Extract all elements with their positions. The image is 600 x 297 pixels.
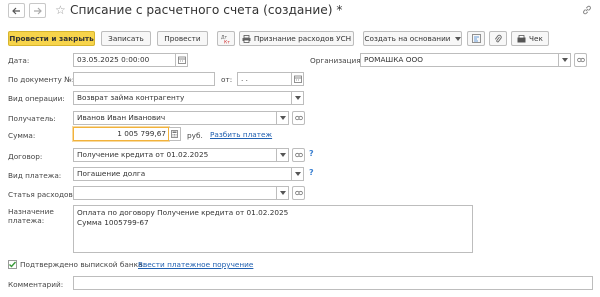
purpose-label-line-2: платежа: bbox=[8, 216, 45, 225]
forward-button[interactable] bbox=[29, 3, 46, 18]
chevron-down-icon bbox=[279, 153, 286, 157]
sum-field[interactable]: 1 005 799,67 bbox=[73, 127, 169, 141]
usn-expenses-button[interactable]: Признание расходов УСН bbox=[239, 31, 354, 46]
post-button[interactable]: Провести bbox=[157, 31, 208, 46]
open-link-icon bbox=[576, 57, 585, 63]
usn-expenses-label: Признание расходов УСН bbox=[253, 34, 352, 43]
sum-label: Сумма: bbox=[8, 131, 36, 140]
calendar-icon bbox=[293, 75, 302, 83]
save-button[interactable]: Записать bbox=[101, 31, 151, 46]
doc-number-field[interactable] bbox=[73, 72, 215, 86]
printer-icon bbox=[242, 34, 251, 43]
arrow-right-icon bbox=[34, 7, 42, 14]
purpose-label-line-1: Назначение bbox=[8, 207, 54, 216]
chevron-down-icon bbox=[561, 58, 568, 62]
contract-field[interactable]: Получение кредита от 01.02.2025 bbox=[73, 148, 277, 162]
receipt-label: Чек bbox=[529, 34, 543, 43]
payment-type-field[interactable]: Погашение долга bbox=[73, 167, 292, 181]
doc-number-label: По документу №: bbox=[8, 75, 75, 84]
dt-kt-button[interactable]: Дт Кт bbox=[217, 31, 235, 46]
payment-type-label: Вид платежа: bbox=[8, 171, 62, 180]
create-based-on-button[interactable]: Создать на основании bbox=[363, 31, 462, 46]
contract-dropdown[interactable] bbox=[277, 148, 289, 162]
chevron-down-icon bbox=[294, 96, 301, 100]
operation-type-dropdown[interactable] bbox=[292, 91, 304, 105]
payment-type-help-icon[interactable]: ? bbox=[309, 168, 314, 177]
link-icon[interactable] bbox=[582, 5, 592, 17]
calculator-icon bbox=[171, 130, 178, 138]
confirmed-checkbox[interactable] bbox=[8, 260, 17, 269]
window-title: Списание с расчетного счета (создание) * bbox=[70, 3, 343, 17]
expense-item-label: Статья расходов: bbox=[8, 190, 76, 199]
favorite-star-icon[interactable]: ☆ bbox=[55, 3, 66, 17]
contract-open-button[interactable] bbox=[292, 148, 305, 162]
chevron-down-icon bbox=[294, 172, 301, 176]
operation-type-label: Вид операции: bbox=[8, 94, 65, 103]
org-dropdown-button[interactable] bbox=[559, 53, 571, 67]
from-calendar-button[interactable] bbox=[292, 72, 304, 86]
chevron-down-icon bbox=[279, 191, 286, 195]
svg-text:Кт: Кт bbox=[224, 39, 230, 44]
expense-item-open-button[interactable] bbox=[292, 186, 305, 200]
post-and-close-button[interactable]: Провести и закрыть bbox=[8, 31, 95, 46]
recipient-open-button[interactable] bbox=[292, 111, 305, 125]
calculator-button[interactable] bbox=[169, 127, 181, 141]
recipient-label: Получатель: bbox=[8, 114, 56, 123]
date-label: Дата: bbox=[8, 56, 30, 65]
chevron-down-icon bbox=[279, 116, 286, 120]
contract-label: Договор: bbox=[8, 152, 43, 161]
currency-label: руб. bbox=[187, 131, 203, 140]
checkmark-icon bbox=[9, 261, 17, 268]
from-label: от: bbox=[221, 75, 233, 84]
expense-item-field[interactable] bbox=[73, 186, 277, 200]
receipt-button[interactable]: Чек bbox=[511, 31, 549, 46]
open-link-icon bbox=[294, 152, 303, 158]
org-open-button[interactable] bbox=[574, 53, 587, 67]
calendar-button[interactable] bbox=[176, 53, 188, 67]
enter-payment-order-link[interactable]: Ввести платежное поручение bbox=[138, 260, 253, 269]
register-icon bbox=[517, 34, 526, 42]
dt-kt-icon: ДтКт bbox=[221, 34, 230, 44]
purpose-text-line-2: Сумма 1005799-67 bbox=[77, 217, 149, 227]
confirmed-label: Подтверждено выпиской банка: bbox=[20, 260, 145, 269]
attach-button[interactable] bbox=[489, 31, 507, 46]
recipient-field[interactable]: Иванов Иван Иванович bbox=[73, 111, 277, 125]
split-payment-link[interactable]: Разбить платеж bbox=[210, 130, 272, 139]
create-based-on-label: Создать на основании bbox=[364, 34, 451, 43]
date-field[interactable]: 03.05.2025 0:00:00 bbox=[73, 53, 176, 67]
chevron-down-icon bbox=[454, 36, 461, 41]
open-link-icon bbox=[294, 190, 303, 196]
org-label: Организация: bbox=[310, 56, 364, 65]
paperclip-icon bbox=[494, 34, 502, 42]
structure-button[interactable] bbox=[467, 31, 485, 46]
operation-type-field[interactable]: Возврат займа контрагенту bbox=[73, 91, 292, 105]
contract-help-icon[interactable]: ? bbox=[309, 149, 314, 158]
from-date-field[interactable]: . . bbox=[237, 72, 292, 86]
recipient-dropdown[interactable] bbox=[277, 111, 289, 125]
org-field[interactable]: РОМАШКА ООО bbox=[360, 53, 559, 67]
comment-field[interactable] bbox=[73, 276, 593, 290]
open-link-icon bbox=[294, 115, 303, 121]
payment-type-dropdown[interactable] bbox=[292, 167, 304, 181]
expense-item-dropdown[interactable] bbox=[277, 186, 289, 200]
structure-icon bbox=[471, 34, 481, 43]
purpose-text-line-1: Оплата по договору Получение кредита от … bbox=[77, 208, 289, 217]
comment-label: Комментарий: bbox=[8, 280, 64, 289]
back-button[interactable] bbox=[8, 3, 25, 18]
payment-purpose-textarea[interactable]: Оплата по договору Получение кредита от … bbox=[73, 205, 473, 253]
arrow-left-icon bbox=[12, 7, 20, 14]
calendar-icon bbox=[177, 56, 186, 64]
